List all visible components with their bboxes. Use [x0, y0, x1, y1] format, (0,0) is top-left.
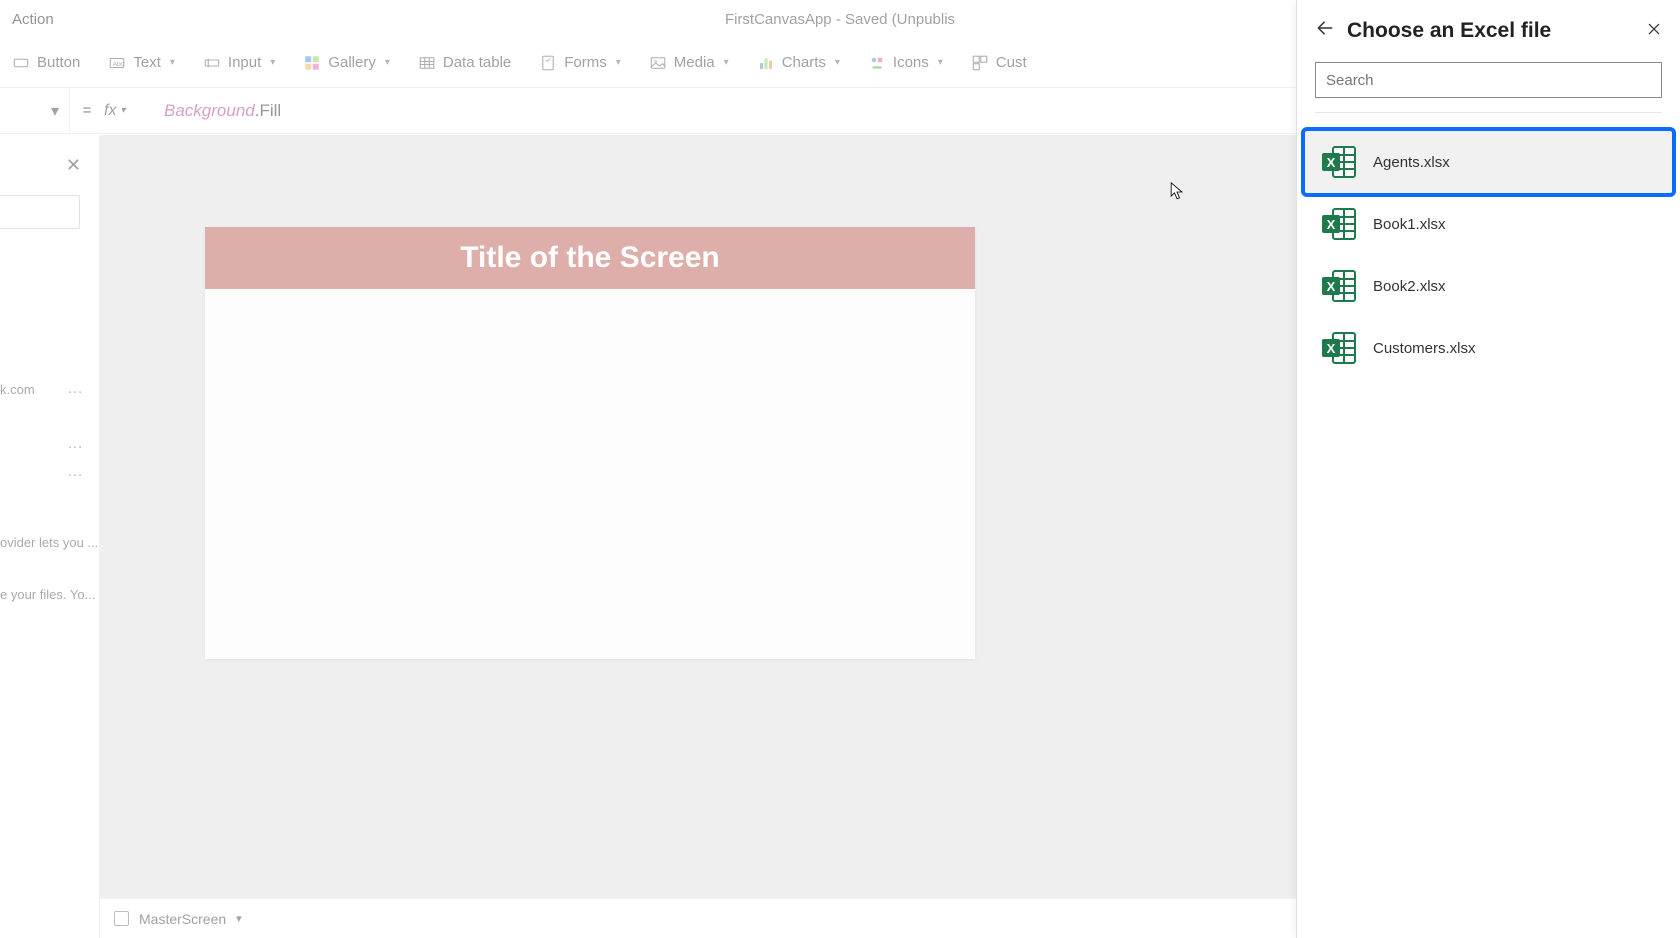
divider	[1315, 112, 1662, 113]
excel-icon: X	[1319, 204, 1359, 244]
property-dropdown[interactable]: ▾	[0, 88, 70, 133]
file-item-customers[interactable]: X Customers.xlsx	[1305, 317, 1672, 379]
gallery-icon	[303, 54, 321, 72]
text-icon: Abc	[108, 54, 126, 72]
excel-icon: X	[1319, 142, 1359, 182]
panel-title: Choose an Excel file	[1347, 19, 1634, 43]
search-input[interactable]	[1315, 62, 1662, 98]
file-name: Customers.xlsx	[1373, 340, 1476, 357]
file-list: X Agents.xlsx X Book1.xlsx X	[1297, 131, 1680, 938]
ribbon-media[interactable]: Media▾	[649, 54, 729, 72]
excel-icon: X	[1319, 328, 1359, 368]
input-icon	[203, 54, 221, 72]
datatable-icon	[418, 54, 436, 72]
chevron-down-icon: ▾	[724, 57, 729, 68]
equals-sign: =	[70, 102, 104, 119]
svg-text:X: X	[1327, 155, 1336, 170]
file-name: Book2.xlsx	[1373, 278, 1446, 295]
forms-icon	[539, 54, 557, 72]
chevron-down-icon: ▾	[835, 57, 840, 68]
ribbon-icons[interactable]: Icons▾	[868, 54, 943, 72]
icons-icon	[868, 54, 886, 72]
cursor-icon	[1170, 182, 1184, 202]
close-icon	[1646, 21, 1662, 37]
chevron-down-icon: ▾	[120, 105, 125, 116]
chevron-down-icon: ▾	[938, 57, 943, 68]
tab-action[interactable]: Action	[12, 11, 54, 28]
ribbon-charts[interactable]: Charts▾	[757, 54, 840, 72]
charts-icon	[757, 54, 775, 72]
chevron-down-icon: ▾	[170, 57, 175, 68]
more-icon[interactable]: …	[67, 380, 84, 398]
screen-header[interactable]: Title of the Screen	[205, 227, 975, 289]
ribbon-button[interactable]: Button	[12, 54, 80, 72]
file-item-book1[interactable]: X Book1.xlsx	[1305, 193, 1672, 255]
ribbon-gallery[interactable]: Gallery▾	[303, 54, 390, 72]
file-item-agents[interactable]: X Agents.xlsx	[1305, 131, 1672, 193]
file-name: Agents.xlsx	[1373, 154, 1450, 171]
custom-icon	[971, 54, 989, 72]
screen-name[interactable]: MasterScreen	[139, 911, 226, 927]
close-icon[interactable]: ✕	[66, 155, 81, 176]
close-button[interactable]	[1646, 21, 1662, 42]
svg-text:X: X	[1327, 341, 1336, 356]
chevron-down-icon: ▾	[616, 57, 621, 68]
file-picker-panel: Choose an Excel file X Agents.xlsx	[1296, 0, 1680, 938]
file-name: Book1.xlsx	[1373, 216, 1446, 233]
excel-icon: X	[1319, 266, 1359, 306]
ribbon-text[interactable]: Abc Text▾	[108, 54, 175, 72]
screen-checkbox[interactable]	[114, 911, 129, 926]
connector-tip: e your files. Yo...	[0, 587, 95, 602]
ribbon-datatable[interactable]: Data table	[418, 54, 511, 72]
more-icon[interactable]: …	[67, 435, 84, 453]
chevron-down-icon[interactable]: ▾	[236, 912, 242, 925]
ribbon-forms[interactable]: Forms▾	[539, 54, 621, 72]
svg-text:Abc: Abc	[113, 61, 125, 68]
connector-tip: ovider lets you ...	[0, 535, 98, 550]
chevron-down-icon: ▾	[270, 57, 275, 68]
left-search[interactable]	[0, 195, 80, 229]
chevron-down-icon: ▾	[51, 101, 59, 121]
connector-row[interactable]: k.com	[0, 382, 35, 397]
chevron-down-icon: ▾	[385, 57, 390, 68]
ribbon-input[interactable]: Input▾	[203, 54, 275, 72]
left-panel: ✕ k.com … … … ovider lets you ... e your …	[0, 135, 100, 938]
back-button[interactable]	[1315, 18, 1335, 44]
arrow-left-icon	[1315, 18, 1335, 38]
canvas-screen[interactable]: Title of the Screen	[205, 227, 975, 659]
file-item-book2[interactable]: X Book2.xlsx	[1305, 255, 1672, 317]
screen-title: Title of the Screen	[460, 241, 720, 275]
fx-button[interactable]: fx▾	[104, 102, 154, 120]
svg-text:X: X	[1327, 217, 1336, 232]
more-icon[interactable]: …	[67, 463, 84, 481]
svg-text:X: X	[1327, 279, 1336, 294]
window-title: FirstCanvasApp - Saved (Unpublis	[725, 11, 955, 28]
ribbon-custom[interactable]: Cust	[971, 54, 1027, 72]
button-icon	[12, 54, 30, 72]
media-icon	[649, 54, 667, 72]
